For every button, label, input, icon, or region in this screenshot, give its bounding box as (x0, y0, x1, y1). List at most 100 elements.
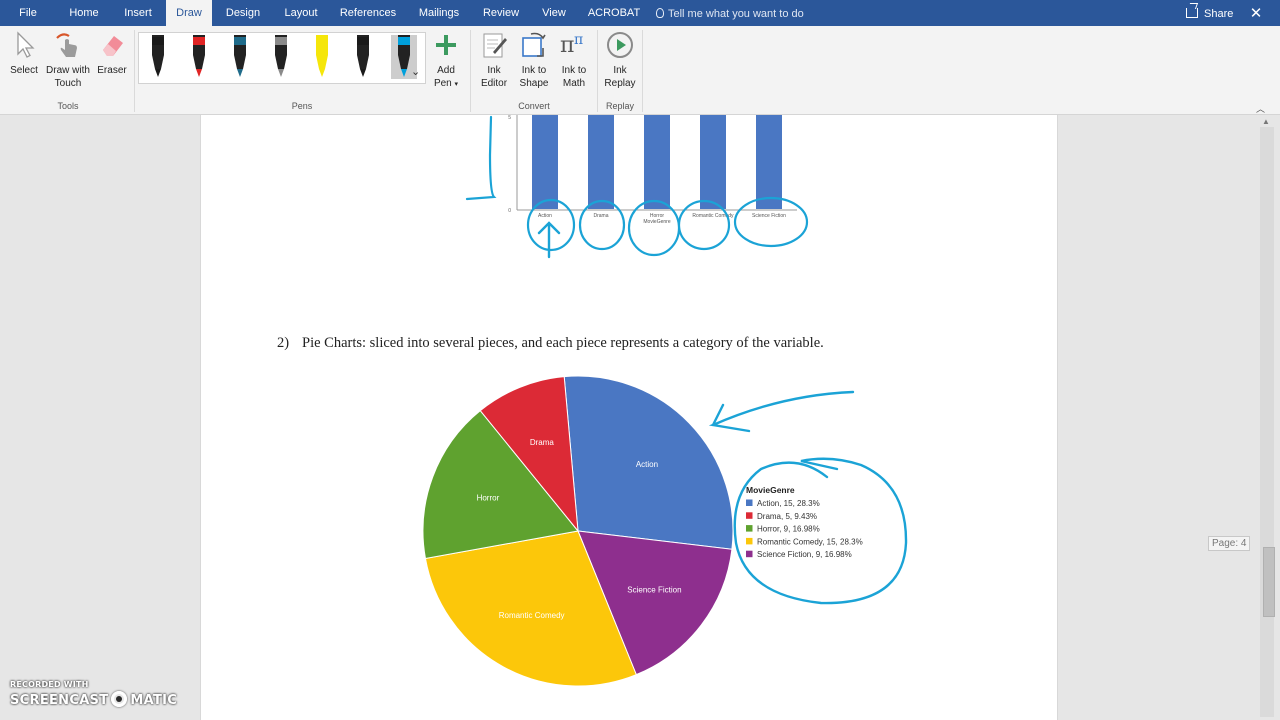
eraser-icon (97, 30, 127, 60)
legend-entry: Action, 15, 28.3% (757, 499, 820, 508)
scroll-up-icon[interactable]: ▲ (1262, 117, 1270, 126)
pi-math-icon: ππ (559, 30, 589, 60)
tab-references[interactable]: References (336, 0, 400, 26)
draw-with-touch-button[interactable]: Draw with Touch (44, 30, 92, 90)
tell-me-text: Tell me what you want to do (668, 8, 804, 20)
ink-editor-label-1: Ink (487, 65, 501, 76)
ink-to-shape-icon (519, 30, 549, 60)
tab-view[interactable]: View (536, 0, 572, 26)
bar (756, 115, 782, 209)
screencast-logo-icon (111, 691, 128, 707)
y-tick-label: 0 (508, 208, 511, 214)
pen-4[interactable] (268, 35, 294, 79)
x-axis-label: MovieGenre (643, 219, 670, 225)
ink-editor-icon (479, 30, 509, 60)
close-icon[interactable]: ✕ (1244, 4, 1268, 22)
ink-replay-label-2: Replay (604, 78, 636, 89)
share-label: Share (1204, 8, 1234, 20)
add-pen-label-2: Pen ▾ (433, 78, 459, 89)
legend-swatch (746, 550, 753, 558)
legend-entry: Romantic Comedy, 15, 28.3% (757, 537, 863, 546)
pen-dropdown-icon[interactable]: ⌄ (411, 65, 420, 78)
touch-hand-icon (53, 30, 83, 60)
ribbon-draw: Select Draw with Touch Eraser Tools ⌄ Pe… (0, 26, 1280, 115)
replay-icon (605, 30, 635, 60)
ink-editor-button[interactable]: Ink Editor (476, 30, 512, 90)
share-icon (1186, 8, 1198, 18)
ink-replay-label-1: Ink (613, 65, 627, 76)
replay-group-label: Replay (605, 101, 634, 111)
scroll-thumb[interactable] (1263, 547, 1275, 617)
collapse-ribbon-icon[interactable]: ︿ (1256, 102, 1265, 115)
pie-slice-label: Action (636, 460, 658, 469)
x-tick-label: Science Fiction (752, 213, 786, 219)
x-tick-label: Romantic Comedy (692, 213, 734, 219)
tell-me-box[interactable]: Tell me what you want to do (656, 0, 804, 26)
bar (644, 115, 670, 209)
y-tick-label: 5 (508, 115, 511, 121)
svg-text:π: π (574, 32, 583, 48)
draw-touch-label-1: Draw with (46, 65, 90, 76)
tab-home[interactable]: Home (62, 0, 106, 26)
legend-entry: Horror, 9, 16.98% (757, 525, 820, 534)
title-bar: Tell me what you want to do Share ✕ File… (0, 0, 1280, 26)
list-item-text: Pie Charts: sliced into several pieces, … (302, 335, 824, 351)
cursor-arrow-icon (9, 30, 39, 60)
ink-math-label-1: Ink to (561, 65, 587, 76)
add-pen-label-1: Add (437, 65, 455, 76)
tools-group-label: Tools (57, 101, 79, 111)
pie-slice-label: Romantic Comedy (499, 611, 565, 620)
eraser-label: Eraser (97, 65, 127, 76)
pen-5[interactable] (309, 35, 335, 79)
page-indicator: Page: 4 (1208, 536, 1251, 551)
pen-6[interactable] (350, 35, 376, 79)
tab-review[interactable]: Review (478, 0, 524, 26)
ink-to-math-button[interactable]: ππ Ink to Math (556, 30, 592, 90)
bar (700, 115, 726, 209)
legend-swatch (746, 525, 753, 532)
screencast-watermark: RECORDED WITH SCREENCAST MATIC (10, 680, 177, 708)
draw-touch-label-2: Touch (54, 78, 82, 89)
lightbulb-icon (656, 8, 664, 18)
legend-swatch (746, 499, 753, 506)
pen-2[interactable] (186, 35, 212, 79)
vertical-scrollbar[interactable]: ▲ (1258, 115, 1280, 720)
add-pen-button[interactable]: Add Pen ▾ (430, 30, 462, 91)
pie-slice-label: Horror (477, 494, 500, 503)
group-divider (642, 30, 643, 112)
select-label: Select (10, 65, 38, 76)
eraser-button[interactable]: Eraser (94, 30, 130, 77)
tab-insert[interactable]: Insert (116, 0, 160, 26)
select-button[interactable]: Select (6, 30, 42, 77)
tab-acrobat[interactable]: ACROBAT (586, 0, 642, 26)
document-page[interactable]: 5 0 Action Drama Horror Romantic Comedy Scienc… (200, 115, 1058, 720)
bar-chart: 50Action Drama Horror Romantic Comedy Scienc… (508, 115, 797, 225)
svg-text:π: π (560, 33, 574, 58)
x-tick-label: Drama (593, 213, 608, 219)
scroll-track[interactable] (1260, 127, 1275, 717)
convert-group-label: Convert (518, 101, 550, 111)
plus-icon (431, 30, 461, 60)
watermark-line-1: RECORDED WITH (10, 680, 89, 689)
tab-design[interactable]: Design (220, 0, 266, 26)
document-canvas: 5 0 Action Drama Horror Romantic Comedy Scienc… (0, 115, 1256, 720)
pie-slice-label: Drama (530, 438, 555, 447)
ink-editor-label-2: Editor (480, 78, 508, 89)
ink-shape-label-2: Shape (519, 78, 549, 89)
share-button[interactable]: Share (1186, 0, 1233, 26)
tab-file[interactable]: File (10, 0, 46, 26)
list-number: 2) (277, 335, 290, 351)
ink-replay-button[interactable]: Ink Replay (602, 30, 638, 90)
pen-3[interactable] (227, 35, 253, 79)
group-divider (470, 30, 471, 112)
tab-draw[interactable]: Draw (166, 0, 212, 26)
pie-slice-label: Science Fiction (627, 585, 681, 594)
legend-swatch (746, 512, 753, 519)
tab-layout[interactable]: Layout (278, 0, 324, 26)
pen-1[interactable] (145, 35, 171, 79)
ink-to-shape-button[interactable]: Ink to Shape (516, 30, 552, 90)
list-item-pie-charts[interactable]: 2) Pie Charts: sliced into several pieces… (277, 335, 824, 352)
ink-math-label-2: Math (562, 78, 586, 89)
tab-mailings[interactable]: Mailings (412, 0, 466, 26)
pie-chart: Action Science Fiction Romantic Comedy Horr… (422, 375, 863, 687)
